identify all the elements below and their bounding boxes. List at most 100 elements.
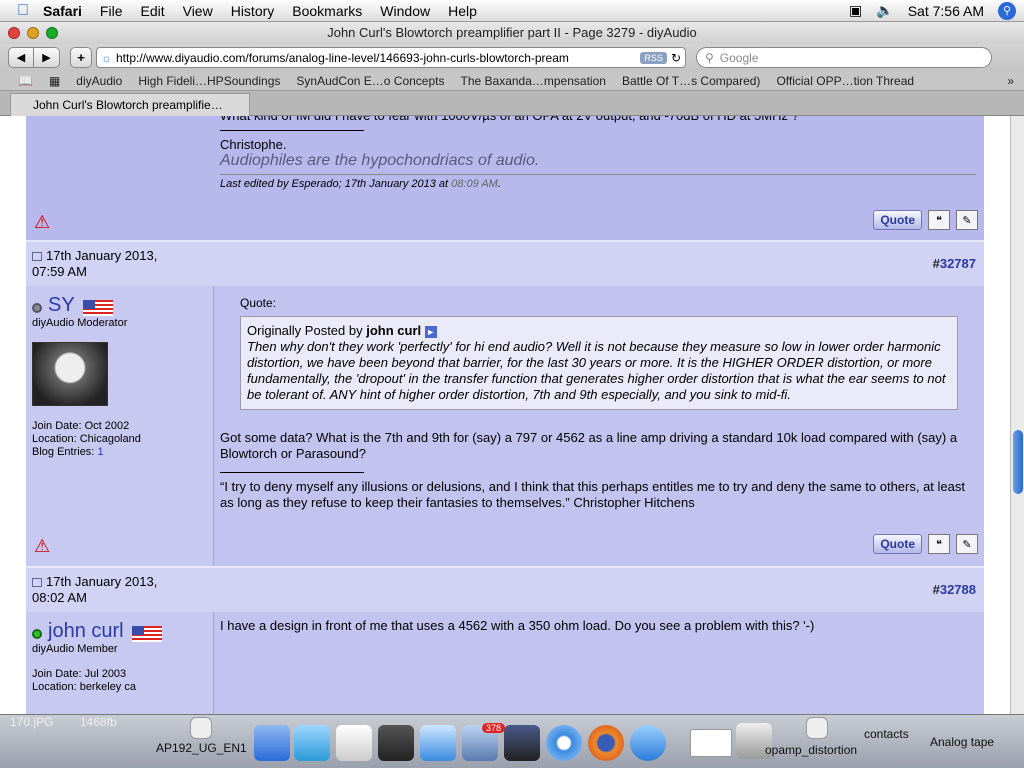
quick-reply-icon[interactable]: ✎ [956, 534, 978, 554]
finder-icon[interactable] [254, 725, 290, 761]
menu-help[interactable]: Help [439, 3, 486, 19]
sync-icon[interactable]: ▣ [849, 2, 862, 19]
window-preview-icon[interactable] [690, 729, 732, 757]
post-number-link[interactable]: 32788 [940, 582, 976, 597]
quote-author: john curl [366, 323, 422, 338]
tab-label: John Curl's Blowtorch preamplifie… [33, 98, 223, 112]
window-titlebar: John Curl's Blowtorch preamplifier part … [0, 22, 1024, 44]
username-link[interactable]: john curl [48, 620, 124, 642]
quote-intro: Originally Posted by [247, 323, 363, 338]
back-button[interactable]: ◀ [8, 47, 34, 68]
window-title: John Curl's Blowtorch preamplifier part … [327, 25, 697, 40]
multiquote-icon[interactable]: ❝ [928, 210, 950, 230]
post-number-link[interactable]: 32787 [940, 256, 976, 271]
quick-reply-icon[interactable]: ✎ [956, 210, 978, 230]
forward-button[interactable]: ▶ [34, 47, 60, 68]
quote-label: Quote: [240, 296, 277, 310]
url-text[interactable]: http://www.diyaudio.com/forums/analog-li… [116, 51, 636, 65]
us-flag-icon [131, 625, 162, 642]
bookmark-item[interactable]: SynAudCon E…o Concepts [288, 74, 452, 88]
dock: 170.jPG 1468fb AP192_UG_EN1 378 opamp_di… [0, 714, 1024, 768]
search-field[interactable]: ⚲ Google [696, 47, 992, 68]
scrollbar-thumb[interactable] [1013, 430, 1023, 494]
post-header: 17th January 2013, 08:02 AM #32788 [26, 566, 984, 612]
menu-edit[interactable]: Edit [131, 3, 173, 19]
desktop-file-label[interactable]: opamp_distortion [765, 743, 857, 757]
spotlight-icon[interactable]: ⚲ [998, 1, 1016, 20]
clock[interactable]: Sat 7:56 AM [908, 3, 984, 19]
pdf-file-icon[interactable] [806, 717, 828, 739]
menu-file[interactable]: File [91, 3, 132, 19]
blog-entries-link[interactable]: 1 [97, 446, 103, 458]
edited-note: Last edited by Esperado; 17th January 20… [220, 178, 449, 190]
reading-list-icon[interactable]: 📖 [10, 74, 41, 88]
bookmark-item[interactable]: Battle Of T…s Compared) [614, 74, 769, 88]
reload-icon[interactable]: ↻ [671, 51, 681, 65]
post-header: 17th January 2013, 07:59 AM #32787 [26, 240, 984, 286]
desktop-file-label[interactable]: AP192_UG_EN1 [156, 741, 247, 755]
close-window-icon[interactable] [8, 27, 20, 39]
desktop-file-label[interactable]: contacts [864, 727, 909, 741]
firefox-icon[interactable] [588, 725, 624, 761]
join-date: Join Date: Oct 2002 [32, 420, 130, 432]
post-signature: “I try to deny myself any illusions or d… [220, 479, 965, 510]
username-link[interactable]: SY [48, 294, 75, 316]
add-bookmark-button[interactable]: + [70, 47, 92, 68]
tab-bar: John Curl's Blowtorch preamplifie… [0, 91, 1024, 116]
bookmark-item[interactable]: diyAudio [68, 74, 130, 88]
rss-button[interactable]: RSS [640, 51, 667, 64]
desktop-file-label[interactable]: 1468fb [80, 715, 117, 729]
printer-icon[interactable] [378, 725, 414, 761]
word-icon[interactable] [294, 725, 330, 761]
post-content: I have a design in front of me that uses… [220, 612, 982, 714]
desktop-file-label[interactable]: 170.jPG [10, 715, 53, 729]
dvd-player-icon[interactable] [336, 725, 372, 761]
report-post-icon[interactable]: ⚠ [34, 536, 50, 557]
menu-bar:  Safari File Edit View History Bookmark… [0, 0, 1024, 22]
menu-history[interactable]: History [222, 3, 284, 19]
edited-time: 08:09 AM [451, 178, 498, 190]
user-role: diyAudio Member [32, 643, 118, 655]
address-bar[interactable]: ☼ http://www.diyaudio.com/forums/analog-… [96, 47, 686, 68]
bookmarks-overflow-icon[interactable]: » [1007, 74, 1024, 88]
previous-post-text: What kind of IM did I have to fear with … [220, 116, 980, 124]
user-role: diyAudio Moderator [32, 317, 128, 329]
post-time: 07:59 AM [32, 264, 87, 279]
bookmark-item[interactable]: Official OPP…tion Thread [768, 74, 922, 88]
tab-current[interactable]: John Curl's Blowtorch preamplifie… [10, 93, 250, 116]
quote-button[interactable]: Quote [873, 534, 922, 554]
post-row: john curl diyAudio Member Join Date: Jul… [26, 612, 984, 714]
audio-app-icon[interactable] [504, 725, 540, 761]
menu-window[interactable]: Window [371, 3, 439, 19]
quote-button[interactable]: Quote [873, 210, 922, 230]
menu-app[interactable]: Safari [34, 3, 91, 19]
user-location: Location: berkeley ca [32, 681, 136, 693]
web-page: What kind of IM did I have to fear with … [0, 116, 1010, 714]
zoom-window-icon[interactable] [46, 27, 58, 39]
post-time: 08:02 AM [32, 590, 87, 605]
wordprocessor-icon[interactable] [420, 725, 456, 761]
user-info: SY diyAudio Moderator Join Date: Oct 200… [26, 286, 214, 566]
menu-bookmarks[interactable]: Bookmarks [283, 3, 371, 19]
bookmark-item[interactable]: The Baxanda…mpensation [453, 74, 614, 88]
post-date: 17th January 2013, [46, 574, 158, 589]
volume-icon[interactable]: 🔈 [876, 2, 893, 19]
report-post-icon[interactable]: ⚠ [34, 212, 50, 233]
top-sites-icon[interactable]: ▦ [41, 74, 68, 88]
user-avatar[interactable] [32, 342, 108, 406]
post-hash: # [932, 256, 940, 271]
minimize-window-icon[interactable] [27, 27, 39, 39]
downloads-icon[interactable] [630, 725, 666, 761]
post-body: Got some data? What is the 7th and 9th f… [220, 430, 958, 461]
post-row: SY diyAudio Moderator Join Date: Oct 200… [26, 286, 984, 566]
vertical-scrollbar[interactable] [1010, 116, 1024, 714]
apple-menu-icon[interactable]:  [12, 2, 34, 20]
bookmark-item[interactable]: High Fideli…HPSoundings [130, 74, 288, 88]
desktop-file-label[interactable]: Analog tape [930, 735, 994, 749]
pdf-file-icon[interactable] [190, 717, 212, 739]
view-post-icon[interactable]: ► [424, 326, 437, 338]
safari-icon[interactable] [546, 725, 582, 761]
menu-view[interactable]: View [174, 3, 222, 19]
multiquote-icon[interactable]: ❝ [928, 534, 950, 554]
post-content: Quote: Originally Posted by john curl ► … [220, 286, 982, 566]
